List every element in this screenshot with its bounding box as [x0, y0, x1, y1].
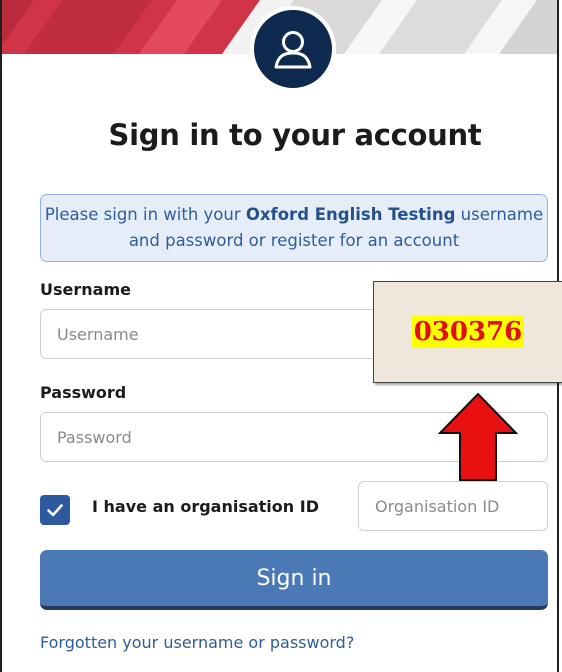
notice-brand: Oxford English Testing [245, 205, 456, 224]
user-icon [274, 31, 312, 69]
red-up-arrow-icon [438, 392, 518, 481]
username-label: Username [40, 280, 131, 299]
page-title: Sign in to your account [108, 118, 482, 152]
password-label: Password [40, 383, 127, 402]
checkmark-icon [47, 504, 63, 517]
organisation-checkbox[interactable] [40, 495, 70, 525]
frame-edge-left [0, 0, 2, 672]
avatar [250, 6, 336, 92]
sign-in-button[interactable]: Sign in [40, 550, 548, 610]
code-value: 030376 [411, 316, 525, 348]
sign-in-notice: Please sign in with your Oxford English … [40, 194, 548, 262]
forgot-credentials-link[interactable]: Forgotten your username or password? [40, 633, 354, 652]
notice-text-before: Please sign in with your [44, 205, 246, 224]
organisation-checkbox-label[interactable]: I have an organisation ID [92, 497, 319, 516]
organisation-id-input[interactable] [358, 481, 548, 531]
code-callout: 030376 [373, 281, 562, 383]
